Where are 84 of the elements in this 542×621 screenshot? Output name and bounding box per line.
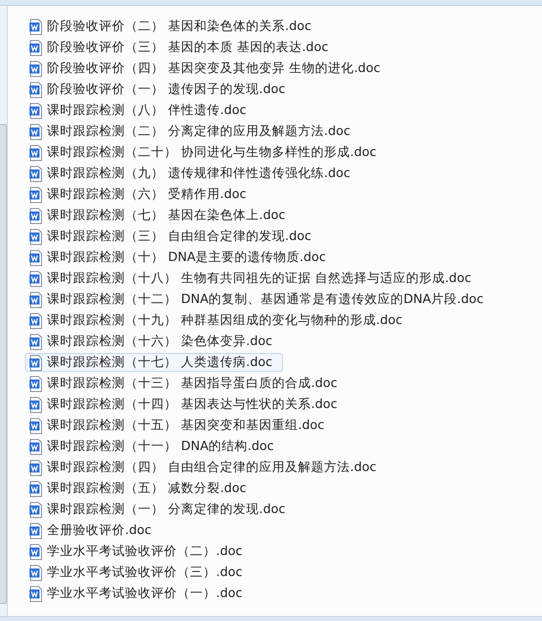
file-name: 课时跟踪检测（十八） 生物有共同祖先的证据 自然选择与适应的形成.doc — [47, 270, 472, 287]
file-item[interactable]: 课时跟踪检测（七） 基因在染色体上.doc — [25, 206, 296, 225]
file-name: 课时跟踪检测（十三） 基因指导蛋白质的合成.doc — [47, 375, 338, 392]
document-icon — [29, 354, 43, 370]
file-item[interactable]: 课时跟踪检测（五） 减数分裂.doc — [25, 479, 258, 498]
file-name: 课时跟踪检测（十） DNA是主要的遗传物质.doc — [47, 249, 326, 266]
document-icon — [29, 228, 43, 244]
document-icon — [29, 586, 43, 602]
file-item[interactable]: 课时跟踪检测（八） 伴性遗传.doc — [25, 101, 258, 120]
file-item[interactable]: 课时跟踪检测（十九） 种群基因组成的变化与物种的形成.doc — [25, 311, 414, 330]
file-item[interactable]: 课时跟踪检测（四） 自由组合定律的应用及解题方法.doc — [25, 458, 388, 477]
file-item[interactable]: 课时跟踪检测（十七） 人类遗传病.doc — [25, 353, 284, 372]
document-icon — [29, 376, 43, 392]
file-name: 课时跟踪检测（三） 自由组合定律的发现.doc — [47, 228, 312, 245]
file-item[interactable]: 课时跟踪检测（十六） 染色体变异.doc — [25, 332, 284, 351]
document-icon — [29, 522, 43, 538]
document-icon — [29, 208, 43, 224]
file-item[interactable]: 课时跟踪检测（十三） 基因指导蛋白质的合成.doc — [25, 374, 348, 393]
document-icon — [29, 438, 43, 454]
file-item[interactable]: 学业水平考试验收评价（二）.doc — [25, 542, 254, 561]
document-icon — [29, 564, 43, 580]
file-item[interactable]: 阶段验收评价（三） 基因的本质 基因的表达.doc — [25, 38, 340, 57]
file-name: 课时跟踪检测（九） 遗传规律和伴性遗传强化练.doc — [47, 165, 350, 182]
document-icon — [29, 250, 43, 266]
document-icon — [29, 186, 43, 202]
document-icon — [29, 40, 43, 56]
file-name: 学业水平考试验收评价（一）.doc — [47, 585, 242, 602]
file-item[interactable]: 阶段验收评价（四） 基因突变及其他变异 生物的进化.doc — [25, 59, 392, 78]
document-icon — [29, 292, 43, 308]
file-item[interactable]: 课时跟踪检测（六） 受精作用.doc — [25, 185, 258, 204]
file-name: 课时跟踪检测（四） 自由组合定律的应用及解题方法.doc — [47, 459, 376, 476]
file-item[interactable]: 课时跟踪检测（十一） DNA的结构.doc — [25, 437, 285, 456]
document-icon — [29, 82, 43, 98]
file-name: 阶段验收评价（三） 基因的本质 基因的表达.doc — [47, 39, 328, 56]
file-item[interactable]: 课时跟踪检测（十） DNA是主要的遗传物质.doc — [25, 248, 337, 267]
file-item[interactable]: 课时跟踪检测（一） 分离定律的发现.doc — [25, 500, 296, 519]
file-name: 课时跟踪检测（十九） 种群基因组成的变化与物种的形成.doc — [47, 312, 402, 329]
file-name: 全册验收评价.doc — [47, 522, 152, 539]
file-name: 阶段验收评价（一） 遗传因子的发现.doc — [47, 81, 286, 98]
file-name: 课时跟踪检测（十二） DNA的复制、基因通常是有遗传效应的DNA片段.doc — [47, 291, 484, 308]
file-name: 课时跟踪检测（十五） 基因突变和基因重组.doc — [47, 417, 324, 434]
document-icon — [29, 60, 43, 76]
file-item[interactable]: 学业水平考试验收评价（三）.doc — [25, 563, 254, 582]
document-icon — [29, 502, 43, 518]
document-icon — [29, 102, 43, 118]
document-icon — [29, 124, 43, 140]
file-name: 课时跟踪检测（十六） 染色体变异.doc — [47, 333, 272, 350]
file-item[interactable]: 课时跟踪检测（十八） 生物有共同祖先的证据 自然选择与适应的形成.doc — [25, 269, 482, 288]
file-name: 课时跟踪检测（五） 减数分裂.doc — [47, 480, 246, 497]
file-name: 课时跟踪检测（八） 伴性遗传.doc — [47, 102, 246, 119]
file-name: 阶段验收评价（二） 基因和染色体的关系.doc — [47, 18, 312, 35]
file-item[interactable]: 课时跟踪检测（二十） 协同进化与生物多样性的形成.doc — [25, 143, 388, 162]
file-name: 课时跟踪检测（十七） 人类遗传病.doc — [47, 354, 272, 371]
file-item[interactable]: 课时跟踪检测（二） 分离定律的应用及解题方法.doc — [25, 122, 362, 141]
document-icon — [29, 270, 43, 286]
document-icon — [29, 460, 43, 476]
document-icon — [29, 396, 43, 412]
file-name: 课时跟踪检测（十四） 基因表达与性状的关系.doc — [47, 396, 338, 413]
file-name: 课时跟踪检测（十一） DNA的结构.doc — [47, 438, 274, 455]
file-name: 课时跟踪检测（六） 受精作用.doc — [47, 186, 246, 203]
document-icon — [29, 312, 43, 328]
file-name: 课时跟踪检测（七） 基因在染色体上.doc — [47, 207, 286, 224]
document-icon — [29, 144, 43, 160]
document-icon — [29, 18, 43, 34]
file-item[interactable]: 课时跟踪检测（十二） DNA的复制、基因通常是有遗传效应的DNA片段.doc — [25, 290, 494, 309]
file-item[interactable]: 全册验收评价.doc — [25, 521, 162, 540]
file-name: 阶段验收评价（四） 基因突变及其他变异 生物的进化.doc — [47, 60, 380, 77]
file-item[interactable]: 阶段验收评价（一） 遗传因子的发现.doc — [25, 80, 296, 99]
file-name: 课时跟踪检测（二十） 协同进化与生物多样性的形成.doc — [47, 144, 376, 161]
document-icon — [29, 544, 43, 560]
file-item[interactable]: 学业水平考试验收评价（一）.doc — [25, 584, 254, 603]
file-item[interactable]: 课时跟踪检测（九） 遗传规律和伴性遗传强化练.doc — [25, 164, 362, 183]
document-icon — [29, 418, 43, 434]
document-icon — [29, 334, 43, 350]
document-icon — [29, 166, 43, 182]
file-item[interactable]: 阶段验收评价（二） 基因和染色体的关系.doc — [25, 17, 322, 36]
file-item[interactable]: 课时跟踪检测（十五） 基因突变和基因重组.doc — [25, 416, 336, 435]
file-name: 课时跟踪检测（二） 分离定律的应用及解题方法.doc — [47, 123, 350, 140]
document-icon — [29, 480, 43, 496]
file-name: 课时跟踪检测（一） 分离定律的发现.doc — [47, 501, 286, 518]
file-item[interactable]: 课时跟踪检测（十四） 基因表达与性状的关系.doc — [25, 395, 348, 414]
file-item[interactable]: 课时跟踪检测（三） 自由组合定律的发现.doc — [25, 227, 322, 246]
file-name: 学业水平考试验收评价（二）.doc — [47, 543, 242, 560]
file-name: 学业水平考试验收评价（三）.doc — [47, 564, 242, 581]
